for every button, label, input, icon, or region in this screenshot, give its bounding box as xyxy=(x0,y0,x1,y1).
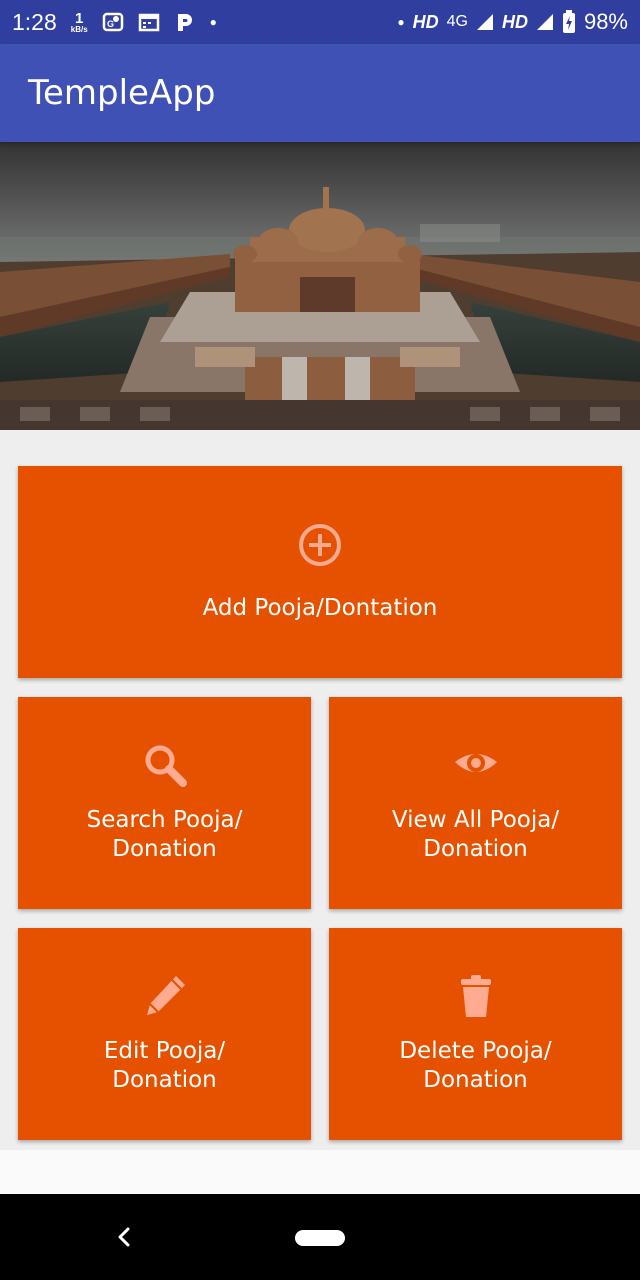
network-type-label: 4G xyxy=(446,13,468,30)
view-all-pooja-donation-button[interactable]: View All Pooja/ Donation xyxy=(329,697,622,909)
edit-pooja-donation-label: Edit Pooja/ Donation xyxy=(103,1038,226,1093)
delete-pooja-donation-label: Delete Pooja/ Donation xyxy=(399,1038,552,1093)
signal-icon xyxy=(536,14,553,30)
calendar-icon xyxy=(138,11,160,33)
trash-icon xyxy=(460,975,491,1017)
dashboard-grid: Add Pooja/Dontation Search Pooja/ Donati… xyxy=(0,430,640,1150)
network-speed-value: 1 xyxy=(75,9,84,27)
add-circle-icon xyxy=(299,523,341,566)
add-pooja-donation-button[interactable]: Add Pooja/Dontation xyxy=(18,466,622,678)
temple-banner-image xyxy=(0,142,640,430)
hd-label: HD xyxy=(412,11,439,32)
status-time: 1:28 xyxy=(12,8,57,35)
maps-icon: G xyxy=(102,11,124,33)
notification-dot-icon: ● xyxy=(397,15,405,29)
add-pooja-donation-label: Add Pooja/Dontation xyxy=(202,594,438,621)
battery-icon xyxy=(562,10,575,33)
edit-pooja-donation-button[interactable]: Edit Pooja/ Donation xyxy=(18,928,311,1140)
bottom-spacer xyxy=(0,1150,640,1194)
view-all-pooja-donation-label: View All Pooja/ Donation xyxy=(391,807,560,862)
search-icon xyxy=(145,745,187,787)
network-speed: 1 kB/s xyxy=(71,11,88,34)
home-pill-button[interactable] xyxy=(295,1230,345,1246)
back-icon[interactable] xyxy=(112,1222,136,1252)
network-speed-unit: kB/s xyxy=(70,24,88,34)
svg-text:G: G xyxy=(107,19,114,29)
eye-icon xyxy=(454,754,497,772)
battery-percentage: 98% xyxy=(583,9,628,34)
status-bar: 1:28 1 kB/s G ● ● HD 4G HD 98% xyxy=(0,0,640,44)
app-title: TempleApp xyxy=(28,73,216,113)
notification-dot-icon: ● xyxy=(209,15,217,29)
search-pooja-donation-button[interactable]: Search Pooja/ Donation xyxy=(18,697,311,909)
app-bar: TempleApp xyxy=(0,44,640,142)
search-pooja-donation-label: Search Pooja/ Donation xyxy=(86,807,243,862)
signal-icon xyxy=(476,14,493,30)
pencil-icon xyxy=(146,976,185,1015)
hd-label: HD xyxy=(501,11,528,32)
parking-icon xyxy=(174,11,196,33)
delete-pooja-donation-button[interactable]: Delete Pooja/ Donation xyxy=(329,928,622,1140)
